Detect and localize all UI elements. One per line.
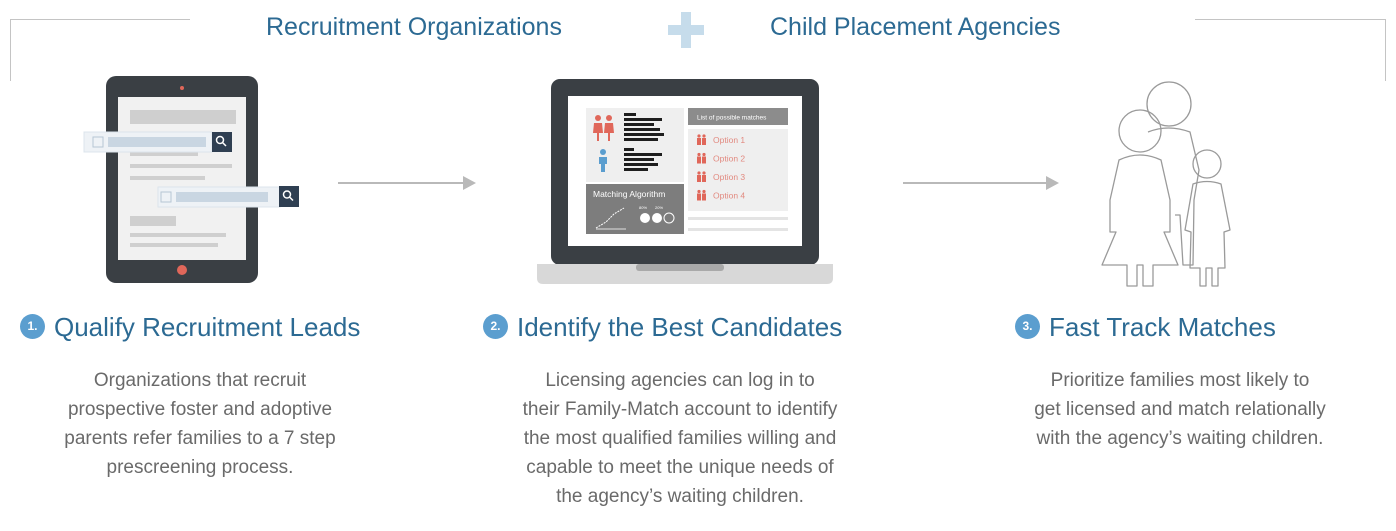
step-2-line: the most qualified families willing and — [523, 428, 837, 449]
option-list-item: Option 3 — [697, 171, 745, 182]
woman-head-icon — [1118, 109, 1162, 153]
step-3-line: with the agency’s waiting children. — [1036, 428, 1324, 449]
step-1-line: prospective foster and adoptive — [67, 399, 333, 420]
pie-chart-icon — [652, 213, 662, 223]
option-list-item: Option 4 — [697, 189, 745, 201]
step-1-title: 1. Qualify Recruitment Leads — [20, 312, 360, 343]
step-3-line: get licensed and match relationally — [1034, 399, 1326, 420]
option-label: Option 2 — [713, 154, 745, 164]
step-2-description: Licensing agencies can log in to their F… — [470, 366, 890, 511]
header-child-placement-agencies: Child Placement Agencies — [770, 13, 1061, 41]
child-body-icon — [1184, 180, 1231, 287]
step-3-title: 3. Fast Track Matches — [1015, 312, 1276, 343]
step-3-description: Prioritize families most likely to get l… — [980, 366, 1380, 453]
option-list-item: Option 2 — [697, 152, 745, 164]
tablet-home-button — [177, 265, 187, 275]
option-label: Option 1 — [713, 135, 745, 145]
tablet-camera — [180, 86, 184, 90]
step-2-title: 2. Identify the Best Candidates — [483, 312, 842, 343]
pie-label-80: 80% — [639, 205, 647, 210]
step-3-title-text: Fast Track Matches — [1049, 312, 1276, 342]
matching-algorithm-label: Matching Algorithm — [593, 189, 665, 199]
tablet-illustration — [83, 76, 299, 283]
step-3-line: Prioritize families most likely to — [1050, 370, 1310, 391]
step-2-title-text: Identify the Best Candidates — [517, 312, 843, 342]
search-bar-two — [157, 186, 299, 208]
step-1-title-text: Qualify Recruitment Leads — [54, 312, 361, 342]
adult-head-icon — [1146, 81, 1192, 127]
step-2-line: capable to meet the unique needs of — [526, 457, 834, 478]
step-1-line: prescreening process. — [106, 457, 294, 478]
step-2-number-badge: 2. — [483, 313, 508, 339]
step-2-line: the agency’s waiting children. — [556, 486, 804, 507]
option-label: Option 4 — [713, 191, 745, 201]
option-label: Option 3 — [713, 172, 745, 182]
step-1-line: Organizations that recruit — [93, 370, 307, 391]
step-1-number-badge: 1. — [20, 313, 45, 339]
woman-body-icon — [1101, 154, 1179, 287]
header-rule-left-drop — [10, 19, 11, 81]
step-2-line: their Family-Match account to identify — [522, 399, 838, 420]
header-rule-right — [1195, 19, 1385, 20]
family-illustration — [1101, 81, 1231, 287]
option-list-item: Option 1 — [697, 134, 745, 145]
pie-chart-icon — [640, 213, 650, 223]
search-bar-one — [83, 131, 232, 153]
header-recruitment-organizations: Recruitment Organizations — [266, 13, 562, 41]
step-2-line: Licensing agencies can log in to — [545, 370, 815, 391]
header-rule-left — [10, 19, 190, 20]
list-header-label: List of possible matches — [697, 115, 767, 122]
header-rule-right-drop — [1385, 19, 1386, 81]
pie-label-20: 20% — [655, 205, 663, 210]
laptop-illustration: Matching Algorithm 80% 20% List of possi… — [537, 79, 833, 284]
step-1-description: Organizations that recruit prospective f… — [10, 366, 390, 482]
step-1-line: parents refer families to a 7 step — [64, 428, 336, 449]
step-3-number-badge: 3. — [1015, 313, 1040, 339]
